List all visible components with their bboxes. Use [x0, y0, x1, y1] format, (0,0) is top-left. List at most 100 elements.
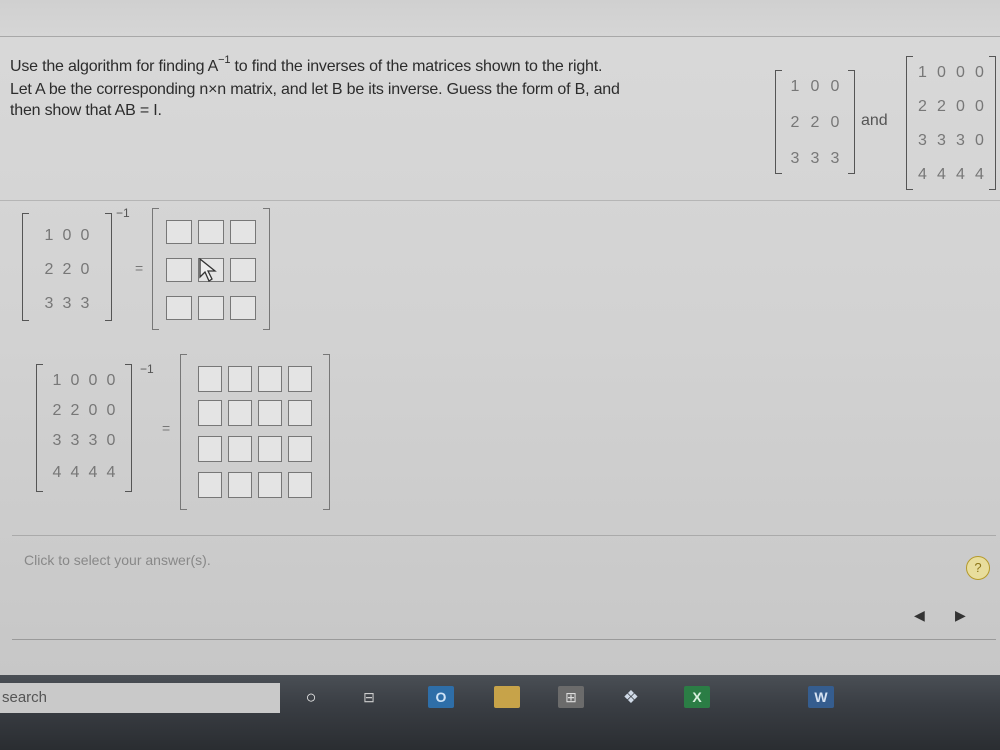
matrix-cell: 0 — [810, 78, 820, 95]
answer-grid-4x4 — [180, 354, 330, 510]
matrix-row: 2200 — [906, 98, 996, 116]
matrix-cell: 4 — [975, 166, 984, 183]
matrix-cell: 2 — [62, 261, 72, 278]
answer-input-r2c3[interactable] — [230, 258, 256, 282]
top-strip — [0, 0, 1000, 36]
answer-input-r4c3[interactable] — [258, 472, 282, 498]
matrix-cell: 3 — [80, 295, 90, 312]
answer-input-r4c2[interactable] — [228, 472, 252, 498]
mouse-cursor-icon — [199, 258, 217, 282]
excel-icon[interactable]: X — [684, 686, 710, 708]
matrix-cell: 0 — [975, 132, 984, 149]
matrix-cell: 0 — [106, 402, 116, 419]
problem-line1-b: to find the inverses of the matrices sho… — [230, 58, 603, 75]
answer-input-r3c2[interactable] — [228, 436, 252, 462]
answer-input-r2c3[interactable] — [258, 400, 282, 426]
dropbox-icon[interactable]: ❖ — [618, 686, 644, 708]
problem-line2: Let A be the corresponding n×n matrix, a… — [10, 81, 620, 98]
matrix-cell: 0 — [956, 64, 965, 81]
select-answer-hint: Click to select your answer(s). — [24, 552, 211, 568]
matrix-cell: 2 — [810, 114, 820, 131]
matrix-cell: 1 — [44, 227, 54, 244]
answer-input-r1c3[interactable] — [258, 366, 282, 392]
help-icon[interactable]: ? — [966, 556, 990, 580]
matrix-cell: 4 — [70, 464, 80, 481]
answer-input-r4c1[interactable] — [198, 472, 222, 498]
answer-input-r3c1[interactable] — [166, 296, 192, 320]
matrix-cell: 4 — [956, 166, 965, 183]
outlook-icon[interactable]: O — [428, 686, 454, 708]
problem-line3: then show that AB = I. — [10, 102, 162, 119]
answer-input-r1c4[interactable] — [288, 366, 312, 392]
answer-input-r1c2[interactable] — [198, 220, 224, 244]
matrix-row: 1000 — [36, 372, 132, 390]
matrix-cell: 0 — [88, 372, 98, 389]
answer-input-r3c3[interactable] — [258, 436, 282, 462]
matrix-cell: 3 — [937, 132, 946, 149]
equals-sign: = — [162, 420, 171, 436]
matrix-row: 220 — [775, 114, 855, 132]
answer-input-r2c4[interactable] — [288, 400, 312, 426]
answer-input-r4c4[interactable] — [288, 472, 312, 498]
matrix-cell: 2 — [70, 402, 80, 419]
matrix-row: 220 — [22, 261, 112, 279]
matrix-cell: 3 — [956, 132, 965, 149]
given-matrix-4x4: 1000 2200 3330 4444 — [906, 56, 996, 190]
matrix-cell: 0 — [830, 78, 840, 95]
answer-input-r1c1[interactable] — [198, 366, 222, 392]
matrix-cell: 2 — [790, 114, 800, 131]
problem-line1-a: Use the algorithm for finding A — [10, 58, 219, 75]
matrix-cell: 1 — [790, 78, 800, 95]
matrix-cell: 0 — [956, 98, 965, 115]
matrix-row: 4444 — [36, 464, 132, 482]
store-icon[interactable]: ⊞ — [558, 686, 584, 708]
previous-arrow-icon[interactable]: ◀ — [914, 607, 925, 624]
word-icon[interactable]: W — [808, 686, 834, 708]
top-divider — [0, 36, 1000, 37]
matrix-row: 3330 — [36, 432, 132, 450]
answer-input-r1c2[interactable] — [228, 366, 252, 392]
matrix-cell: 0 — [70, 372, 80, 389]
matrix-cell: 0 — [80, 261, 90, 278]
matrix-cell: 0 — [830, 114, 840, 131]
matrix-cell: 0 — [106, 432, 116, 449]
matrix-cell: 0 — [80, 227, 90, 244]
matrix-cell: 3 — [810, 150, 820, 167]
matrix-row: 4444 — [906, 166, 996, 184]
next-arrow-icon[interactable]: ▶ — [955, 607, 966, 624]
answer-input-r3c1[interactable] — [198, 436, 222, 462]
matrix-cell: 3 — [830, 150, 840, 167]
given-matrix-3x3: 100 220 333 — [775, 70, 855, 174]
matrix-cell: 3 — [88, 432, 98, 449]
matrix-cell: 3 — [52, 432, 62, 449]
matrix-cell: 0 — [975, 64, 984, 81]
matrix-row: 3330 — [906, 132, 996, 150]
answer-matrix-3x3-left: 1 0 0 220 333 — [22, 213, 112, 321]
answer-input-r3c3[interactable] — [230, 296, 256, 320]
answer-input-r3c4[interactable] — [288, 436, 312, 462]
matrix-row: 333 — [22, 295, 112, 313]
answer-input-r3c2[interactable] — [198, 296, 224, 320]
cortana-icon[interactable]: ○ — [298, 686, 324, 708]
screen: Use the algorithm for finding A−1 to fin… — [0, 0, 1000, 675]
answer-input-r2c2[interactable] — [228, 400, 252, 426]
answer-input-r2c1[interactable] — [198, 400, 222, 426]
left-bracket — [180, 354, 187, 510]
matrix-cell: 4 — [937, 166, 946, 183]
matrix-cell: 0 — [975, 98, 984, 115]
answer-input-r1c1[interactable] — [166, 220, 192, 244]
answer-input-r2c1[interactable] — [166, 258, 192, 282]
right-bracket — [263, 208, 270, 330]
matrix-cell: 0 — [937, 64, 946, 81]
equals-sign: = — [135, 260, 144, 276]
matrix-cell: 3 — [918, 132, 927, 149]
task-view-icon[interactable]: ⊟ — [356, 686, 382, 708]
matrix-cell: 3 — [70, 432, 80, 449]
matrix-cell: 0 — [106, 372, 116, 389]
matrix-cell: 2 — [937, 98, 946, 115]
matrix-row: 100 — [22, 227, 112, 245]
matrix-row: 333 — [775, 150, 855, 168]
file-explorer-icon[interactable] — [494, 686, 520, 708]
taskbar-search-input[interactable]: search — [0, 683, 280, 713]
answer-input-r1c3[interactable] — [230, 220, 256, 244]
